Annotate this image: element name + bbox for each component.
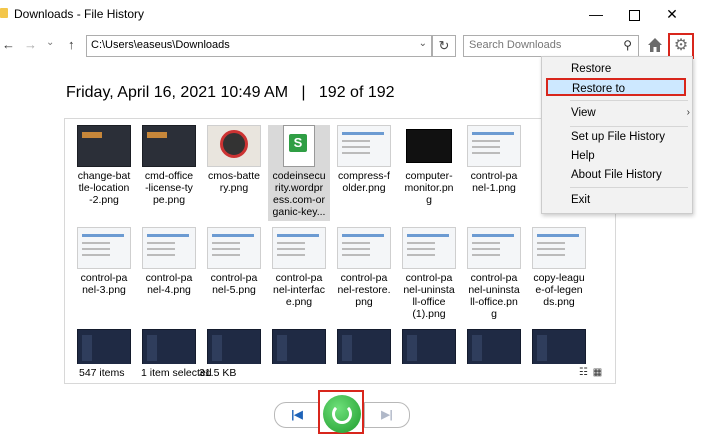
menu-exit[interactable]: Exit [542, 191, 692, 209]
file-item[interactable]: control-pa nel-4.png [138, 227, 200, 296]
view-mode-icon[interactable]: ☷ ▦ [579, 367, 603, 378]
restore-highlight [318, 390, 364, 434]
file-name: control-pa nel-3.png [80, 272, 128, 296]
snapshot-position: 192 of 192 [318, 84, 395, 101]
maximize-icon [628, 9, 640, 21]
file-name: control-pa nel-uninsta ll-office (1).png [403, 272, 455, 320]
menu-restore-to[interactable]: Restore to [546, 78, 686, 96]
file-thumbnail [337, 227, 391, 269]
file-name: control-pa nel-uninsta ll-office.pn g [468, 272, 520, 320]
address-path: C:\Users\easeus\Downloads [91, 39, 230, 51]
file-name: codeinsecu rity.wordpr ess.com-or ganic-key… [272, 170, 326, 218]
menu-about[interactable]: About File History [542, 166, 692, 184]
snapshot-heading: Friday, April 16, 2021 10:49 AM | 192 of… [66, 84, 395, 102]
up-button[interactable]: ↑ [68, 37, 75, 52]
file-name: control-pa nel-interfac e.png [273, 272, 325, 308]
file-item[interactable]: control-pa nel-uninsta ll-office (1).png [398, 227, 460, 320]
file-name: control-pa nel-restore. png [337, 272, 391, 308]
item-count: 547 items [79, 367, 125, 379]
home-icon[interactable] [646, 36, 664, 54]
file-thumbnail [207, 227, 261, 269]
snapshot-date: Friday, April 16, 2021 10:49 AM [66, 84, 289, 101]
close-button[interactable]: ✕ [652, 2, 692, 26]
file-name: change-bat tle-location -2.png [77, 170, 131, 206]
menu-setup-label: Set up File History [571, 131, 665, 143]
refresh-button[interactable]: ↻ [432, 35, 456, 57]
file-item[interactable]: control-pa nel-uninsta ll-office.pn g [463, 227, 525, 320]
menu-divider [570, 126, 688, 127]
menu-view[interactable]: View › [542, 104, 692, 122]
file-thumbnail [337, 125, 391, 167]
file-name: control-pa nel-5.png [210, 272, 258, 296]
file-thumbnail [77, 227, 131, 269]
menu-restore-to-label: Restore to [572, 83, 626, 95]
menu-exit-label: Exit [571, 194, 591, 206]
file-item[interactable]: control-pa nel-1.png [463, 125, 525, 194]
previous-version-button[interactable]: |◀ [274, 402, 320, 428]
next-version-button[interactable]: ▶| [364, 402, 410, 428]
file-item[interactable]: copy-leagu e-of-legen ds.png [528, 227, 590, 308]
menu-about-label: About File History [571, 169, 662, 181]
menu-divider [570, 100, 688, 101]
heading-separator: | [301, 84, 306, 101]
address-dropdown-icon[interactable]: ⌄ [419, 38, 427, 49]
file-name: computer-monitor.pn g [404, 170, 454, 206]
file-item[interactable]: control-pa nel-5.png [203, 227, 265, 296]
file-name: compress-f older.png [338, 170, 390, 194]
file-thumbnail [402, 227, 456, 269]
file-name: control-pa nel-1.png [470, 170, 518, 194]
menu-restore-label: Restore [571, 63, 612, 75]
restore-button[interactable] [323, 395, 361, 433]
folder-icon [0, 8, 8, 18]
file-item[interactable]: compress-f older.png [333, 125, 395, 194]
menu-setup[interactable]: Set up File History [542, 128, 692, 146]
search-placeholder: Search Downloads [469, 39, 562, 51]
menu-restore[interactable]: Restore [542, 60, 692, 78]
file-item[interactable]: change-bat tle-location -2.png [73, 125, 135, 206]
file-thumbnail [142, 227, 196, 269]
file-name: cmd-office -license-ty pe.png [144, 170, 194, 206]
file-name: cmos-batte ry.png [208, 170, 260, 194]
file-thumbnail [272, 227, 326, 269]
file-thumbnail [532, 227, 586, 269]
file-thumbnail [77, 125, 131, 167]
menu-help-label: Help [571, 150, 595, 162]
file-thumbnail [467, 125, 521, 167]
selected-size: 31.5 KB [199, 367, 237, 379]
file-thumbnail [406, 129, 452, 163]
file-item[interactable]: control-pa nel-restore. png [333, 227, 395, 308]
file-item[interactable]: computer-monitor.pn g [398, 125, 460, 206]
file-item[interactable]: codeinsecurity.wordpress.com-organic-key… [268, 125, 330, 221]
window-title: Downloads - File History [14, 7, 145, 21]
file-name: control-pa nel-4.png [145, 272, 193, 296]
title-bar: Downloads - File History — ✕ [0, 0, 702, 28]
file-item[interactable]: cmos-batte ry.png [203, 125, 265, 194]
minimize-button[interactable]: — [576, 2, 616, 26]
file-item[interactable]: control-pa nel-3.png [73, 227, 135, 296]
search-icon[interactable]: ⚲ [623, 38, 632, 52]
file-thumbnail [207, 125, 261, 167]
forward-button[interactable]: → [24, 37, 37, 52]
submenu-arrow-icon: › [686, 107, 690, 118]
address-bar[interactable]: C:\Users\easeus\Downloads ⌄ [86, 35, 432, 57]
file-name: copy-leagu e-of-legen ds.png [533, 272, 585, 308]
menu-help[interactable]: Help [542, 147, 692, 165]
file-item[interactable]: cmd-office -license-ty pe.png [138, 125, 200, 206]
maximize-button[interactable] [614, 2, 654, 26]
search-input[interactable]: Search Downloads ⚲ [463, 35, 639, 57]
back-button[interactable]: ← [2, 37, 15, 52]
menu-divider [570, 187, 688, 188]
file-thumbnail [283, 125, 315, 167]
file-thumbnail [142, 125, 196, 167]
status-bar: 547 items 1 item selected 31.5 KB ☷ ▦ [65, 364, 615, 383]
file-pane[interactable]: change-bat tle-location -2.png cmd-office -l… [64, 118, 616, 384]
menu-view-label: View [571, 107, 596, 119]
file-item[interactable]: control-pa nel-interfac e.png [268, 227, 330, 308]
settings-menu: Restore Restore to View › Set up File His… [541, 56, 693, 214]
recent-locations-button[interactable]: ⌄ [46, 37, 54, 48]
file-thumbnail [467, 227, 521, 269]
